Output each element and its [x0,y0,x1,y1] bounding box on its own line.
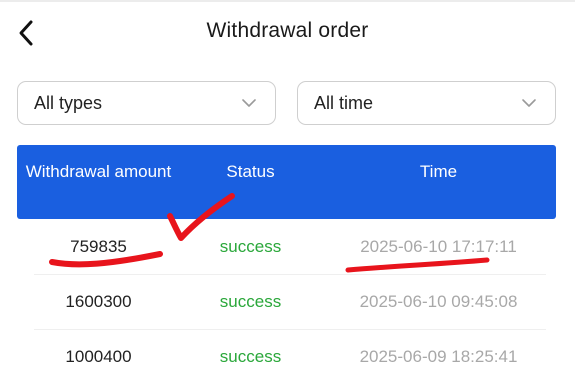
chevron-down-icon [242,99,256,107]
amount-cell: 1000400 [65,347,132,366]
status-cell: success [219,347,282,366]
filter-bar: All types All time [17,81,557,127]
time-cell: 2025-06-10 09:45:08 [359,292,518,311]
status-cell: success [219,237,282,256]
table-row[interactable]: 759835 success 2025-06-10 17:17:11 [17,219,556,274]
table-row[interactable]: 1600300 success 2025-06-10 09:45:08 [17,274,556,329]
amount-cell: 1600300 [65,292,132,311]
time-filter-select[interactable]: All time [297,81,556,125]
time-cell: 2025-06-09 18:25:41 [359,347,518,366]
type-filter-value: All types [34,93,103,113]
app-header: Withdrawal order [0,0,575,66]
time-cell: 2025-06-10 17:17:11 [360,237,517,256]
page-title: Withdrawal order [206,19,369,42]
status-cell: success [219,292,282,311]
column-header-time: Time [419,162,458,181]
column-header-amount: Withdrawal amount [25,162,172,181]
amount-cell: 759835 [70,237,127,256]
type-filter-select[interactable]: All types [17,81,276,125]
chevron-down-icon [522,99,536,107]
column-header-status: Status [226,162,275,181]
table-row[interactable]: 1000400 success 2025-06-09 18:25:41 [17,329,556,384]
time-filter-value: All time [314,93,374,113]
table-header: Withdrawal amount Status Time [17,145,556,219]
